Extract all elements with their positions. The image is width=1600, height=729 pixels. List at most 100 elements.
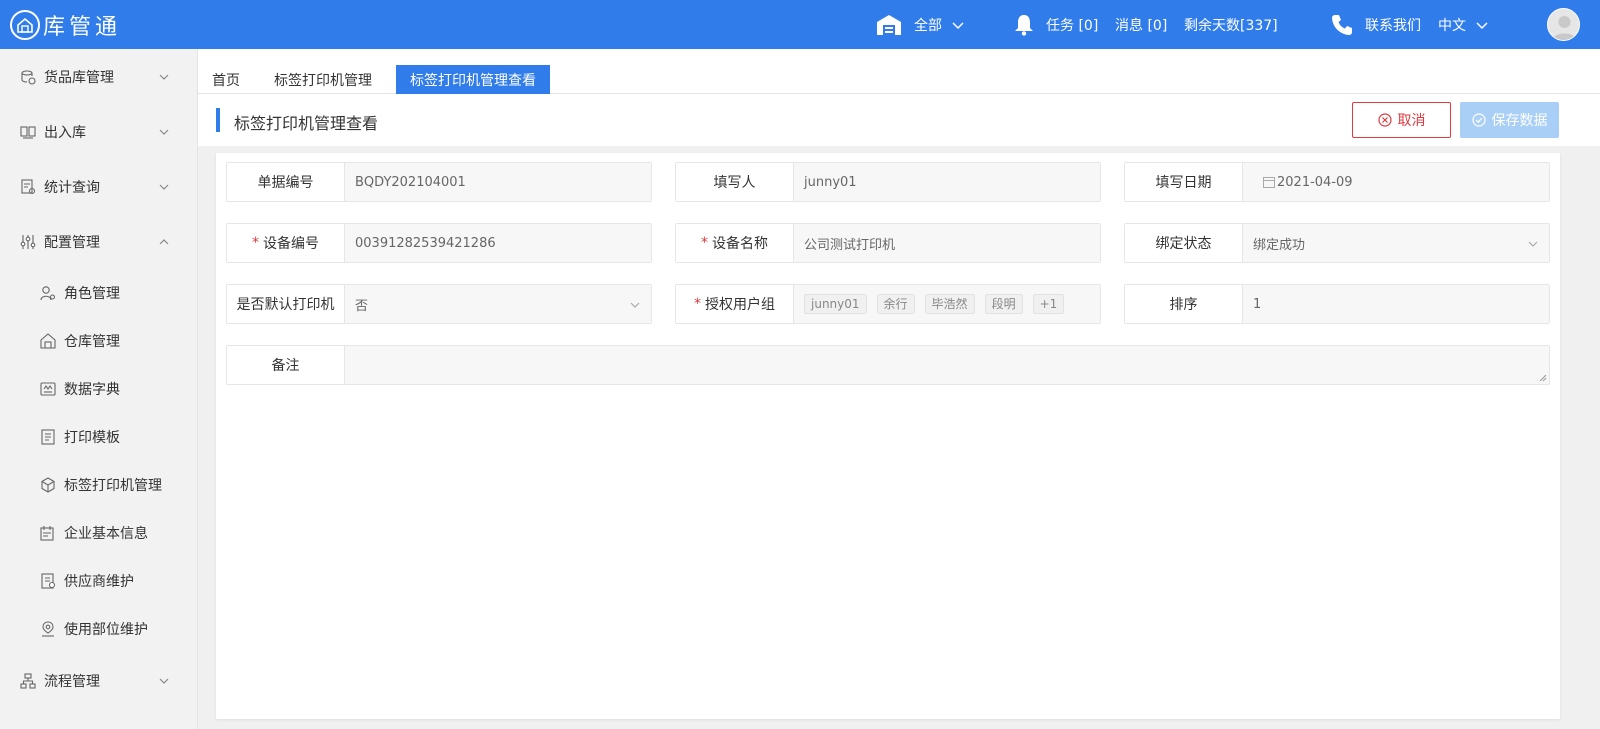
sidebar-item-label: 打印模板 [64,430,120,446]
auth-groups-field: * 授权用户组 junny01 余行 毕浩然 段明 +1 [675,284,1101,324]
sidebar: 货品库管理 出入库 统计查询 配置管理 角色管理 仓库管理 数据字典 打印模板 … [0,49,198,729]
title-accent-bar [216,108,220,132]
app-logo[interactable]: 库管通 [10,9,121,40]
sidebar-group-label: 配置管理 [44,235,100,251]
save-button[interactable]: 保存数据 [1460,102,1559,138]
device-name-label-cell: * 设备名称 [676,224,794,262]
bind-status-select[interactable]: 绑定成功 [1243,224,1549,262]
bind-status-value: 绑定成功 [1253,237,1306,253]
messages-label: 消息 [0] [1115,17,1168,34]
sidebar-group-label: 货品库管理 [44,70,114,86]
sidebar-item-dictionary[interactable]: 数据字典 [0,369,198,409]
remark-label: 备注 [227,346,345,384]
user-avatar[interactable] [1547,8,1580,41]
sidebar-item-label: 使用部位维护 [64,622,148,638]
user-gear-icon [40,286,56,301]
app-name: 库管通 [43,14,122,40]
required-mark: * [252,235,259,251]
location-user-icon [42,621,54,637]
sidebar-item-company-info[interactable]: 企业基本信息 [0,513,198,553]
chevron-down-icon [952,21,964,29]
warehouse-icon [877,14,901,35]
save-label: 保存数据 [1491,113,1548,129]
form-panel: 单据编号 BQDY202104001 填写人 junny01 填写日期 2021… [216,153,1560,719]
sidebar-item-label-printer[interactable]: 标签打印机管理 [0,465,198,505]
remaining-days: 剩余天数[337] [1184,0,1278,49]
document-icon [41,429,55,445]
is-default-field: 是否默认打印机 否 [226,284,652,324]
tab-label-printer-view[interactable]: 标签打印机管理查看 [396,65,550,94]
is-default-label: 是否默认打印机 [227,285,345,323]
chevron-down-icon [159,678,169,684]
resize-handle-icon[interactable] [1539,374,1547,382]
user-group-tag: 余行 [876,294,915,314]
user-group-tag: junny01 [804,294,867,314]
sidebar-item-label: 供应商维护 [64,574,134,590]
device-name-label: 设备名称 [712,236,768,252]
flow-icon [20,673,36,689]
warehouse-label: 全部 [914,17,942,34]
warehouse-selector[interactable]: 全部 [876,0,964,49]
bell-icon [1015,14,1033,36]
auth-groups-select[interactable]: junny01 余行 毕浩然 段明 +1 [794,285,1100,323]
bind-status-field: 绑定状态 绑定成功 [1124,223,1550,263]
page-title: 标签打印机管理查看 [234,114,379,133]
sidebar-item-usage-location[interactable]: 使用部位维护 [0,609,198,649]
more-tags-badge: +1 [1032,294,1065,314]
sidebar-group-flow[interactable]: 流程管理 [0,661,198,701]
required-mark: * [694,296,701,312]
required-mark: * [701,235,708,251]
sidebar-item-role[interactable]: 角色管理 [0,273,198,313]
tab-home[interactable]: 首页 [204,65,248,94]
contact-us-label: 联系我们 [1365,17,1421,34]
writer-value: junny01 [794,163,1100,201]
sidebar-item-warehouse[interactable]: 仓库管理 [0,321,198,361]
sidebar-item-print-template[interactable]: 打印模板 [0,417,198,457]
language-selector[interactable]: 中文 [1438,0,1488,49]
sort-value: 1 [1243,285,1549,323]
bind-status-label: 绑定状态 [1125,224,1243,262]
sidebar-group-config[interactable]: 配置管理 [0,222,198,262]
tab-label-printer-manage[interactable]: 标签打印机管理 [268,65,378,94]
chevron-down-icon [159,74,169,80]
sidebar-group-goods[interactable]: 货品库管理 [0,57,198,97]
chevron-down-icon [159,129,169,135]
date-label: 填写日期 [1125,163,1243,201]
remaining-days-label: 剩余天数[337] [1184,17,1278,34]
stats-icon [21,179,36,195]
is-default-value: 否 [355,298,369,314]
settings-sliders-icon [20,235,36,249]
sort-label: 排序 [1125,285,1243,323]
cancel-button[interactable]: 取消 [1352,102,1451,138]
device-no-field: * 设备编号 00391282539421286 [226,223,652,263]
calendar-icon [1263,177,1275,188]
device-no-value: 00391282539421286 [345,224,651,262]
calendar-doc-icon [40,526,54,541]
date-field: 填写日期 2021-04-09 [1124,162,1550,202]
device-no-label-cell: * 设备编号 [227,224,345,262]
sidebar-group-stats[interactable]: 统计查询 [0,167,198,207]
language-label: 中文 [1438,17,1466,34]
sidebar-group-label: 出入库 [44,125,86,141]
date-input[interactable]: 2021-04-09 [1243,163,1549,201]
tasks-label: 任务 [0] [1046,17,1099,34]
sidebar-group-inout[interactable]: 出入库 [0,112,198,152]
sidebar-group-label: 流程管理 [44,674,100,690]
sidebar-item-label: 企业基本信息 [64,526,148,542]
main-content: 标签打印机管理查看 取消 保存数据 单据编号 BQDY202104001 填写人… [198,94,1600,729]
chevron-down-icon [630,302,640,308]
chevron-up-icon [159,239,169,245]
tasks-link[interactable]: 任务 [0] [1014,0,1098,49]
sidebar-item-supplier[interactable]: 供应商维护 [0,561,198,601]
chevron-down-icon [159,184,169,190]
remark-textarea[interactable] [345,346,1549,384]
device-name-value: 公司测试打印机 [794,224,1100,262]
logo-house-icon [10,9,40,40]
dictionary-icon [40,382,56,396]
auth-groups-label: 授权用户组 [705,297,775,313]
chevron-down-icon [1476,21,1488,29]
contact-us-link[interactable]: 联系我们 [1331,0,1421,49]
messages-link[interactable]: 消息 [0] [1115,0,1167,49]
is-default-select[interactable]: 否 [345,285,651,323]
top-bar: 库管通 全部 任务 [0] 消息 [0] 剩余天数[337] 联系我们 中文 [0,0,1600,49]
